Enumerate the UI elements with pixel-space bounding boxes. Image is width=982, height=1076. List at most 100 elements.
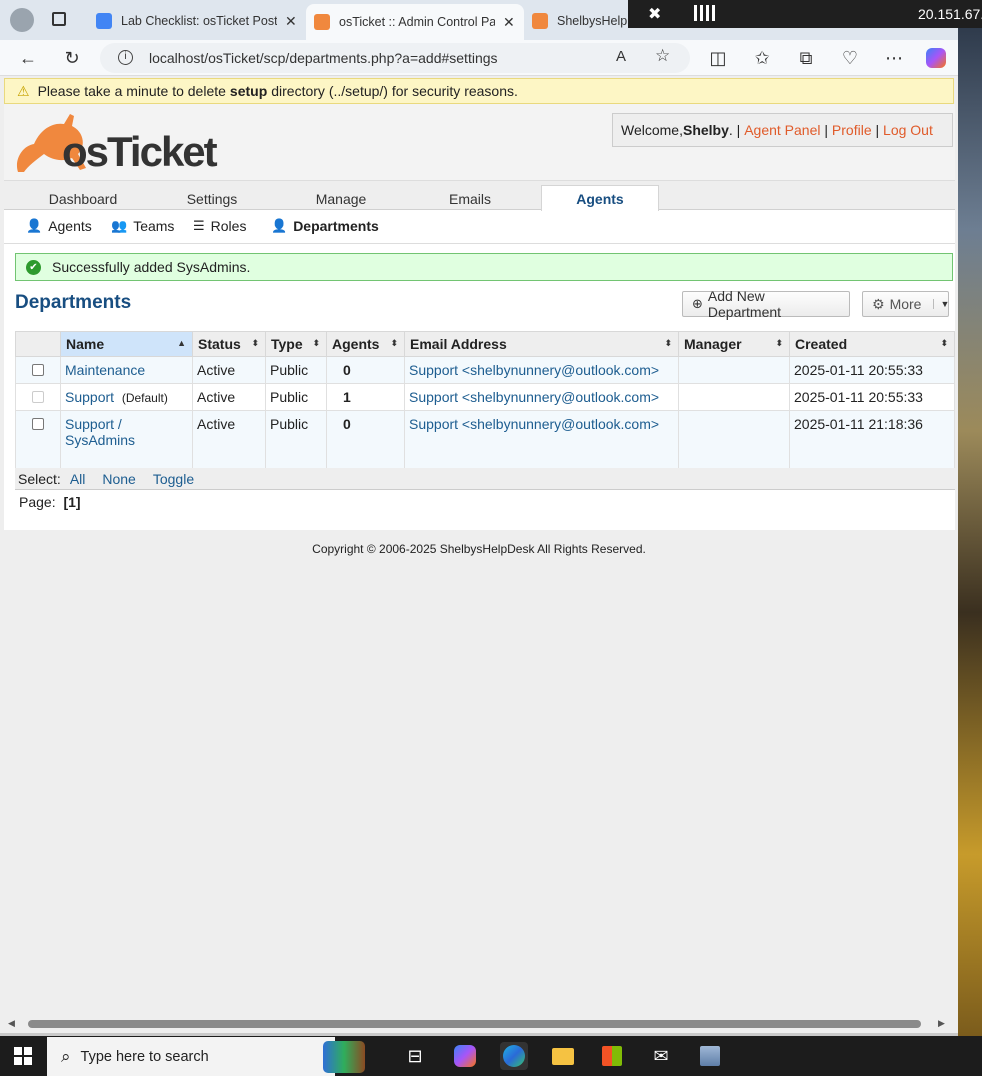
agents-count-cell: 1 [326, 383, 405, 411]
main-container: osTicket Welcome, Shelby. | Agent Panel … [4, 104, 955, 530]
tab-settings[interactable]: Settings [153, 185, 271, 212]
osticket-icon [314, 14, 330, 30]
default-badge: (Default) [121, 391, 168, 405]
remote-connection-bar: ✖ 20.151.67. [628, 0, 982, 28]
server-manager-icon[interactable] [696, 1042, 724, 1070]
osticket-logo[interactable]: osTicket [12, 110, 218, 176]
column-name[interactable]: Name ▲ [60, 331, 193, 357]
more-dropdown-button[interactable]: ⚙ More ▼ [862, 291, 949, 317]
task-view-icon[interactable]: ⊟ [401, 1042, 429, 1070]
pin-icon[interactable]: ✖ [648, 4, 661, 24]
column-manager[interactable]: Manager ⬍ [678, 331, 790, 357]
osticket-icon [532, 13, 548, 29]
news-widget-icon[interactable] [323, 1041, 365, 1073]
copilot-icon[interactable] [923, 45, 949, 71]
agent-panel-link[interactable]: Agent Panel [744, 122, 820, 138]
current-page[interactable]: [1] [63, 494, 80, 510]
tab-manage[interactable]: Manage [282, 185, 400, 212]
windows-start-icon[interactable] [9, 1042, 37, 1070]
user-name: Shelby [682, 122, 729, 138]
tab-shelbys-helpdesk[interactable]: ShelbysHelpD [524, 6, 628, 36]
table-row: Support (Default) Active Public 1 Suppor… [15, 383, 955, 411]
tab-dashboard[interactable]: Dashboard [24, 185, 142, 212]
tab-agents[interactable]: Agents [541, 185, 659, 212]
column-created[interactable]: Created ⬍ [789, 331, 955, 357]
logo-text: osTicket [62, 128, 218, 175]
profile-avatar[interactable] [10, 8, 34, 32]
column-type[interactable]: Type ⬍ [265, 331, 327, 357]
subnav-agents[interactable]: 👤 Agents [26, 218, 92, 234]
main-nav: Dashboard Settings Manage Emails Agents [4, 180, 955, 212]
favorite-star-icon[interactable]: ☆ [655, 46, 670, 66]
column-email[interactable]: Email Address ⬍ [404, 331, 679, 357]
signal-strength-icon [694, 5, 716, 21]
read-aloud-icon[interactable]: A [616, 48, 626, 65]
sort-icon: ⬍ [312, 338, 320, 348]
chevron-down-icon: ▼ [933, 299, 949, 309]
gear-icon: ⚙ [872, 295, 885, 312]
add-new-department-button[interactable]: ⊕ Add New Department [682, 288, 850, 320]
row-checkbox[interactable] [32, 418, 44, 430]
agent-icon: 👤 [26, 218, 43, 233]
logout-link[interactable]: Log Out [883, 122, 933, 138]
profile-link[interactable]: Profile [832, 122, 872, 138]
column-agents[interactable]: Agents ⬍ [326, 331, 405, 357]
site-info-icon[interactable]: i [118, 50, 133, 65]
tab-actions-icon[interactable] [52, 12, 66, 26]
mail-icon[interactable]: ✉ [647, 1042, 675, 1070]
subnav-roles[interactable]: ☰ Roles [193, 218, 246, 234]
tab-emails[interactable]: Emails [411, 185, 529, 212]
subnav-departments[interactable]: 👤 Departments [271, 218, 379, 234]
site-header: osTicket Welcome, Shelby. | Agent Panel … [4, 104, 955, 180]
department-link[interactable]: Maintenance [65, 362, 145, 378]
checkmark-icon: ✔ [26, 259, 41, 275]
agents-count-cell: 0 [326, 356, 405, 384]
select-toggle-link[interactable]: Toggle [153, 471, 194, 487]
address-bar[interactable]: i localhost/osTicket/scp/departments.php… [100, 43, 690, 73]
close-tab-icon[interactable]: ✕ [503, 14, 515, 31]
copilot-taskbar-icon[interactable] [451, 1042, 479, 1070]
browser-toolbar: ← ↻ i localhost/osTicket/scp/departments… [0, 40, 958, 76]
page-content: ⚠ Please take a minute to delete setup d… [0, 76, 958, 1020]
scroll-left-icon[interactable]: ◀ [8, 1018, 15, 1029]
department-link[interactable]: Support [65, 389, 114, 405]
edge-browser-icon[interactable] [500, 1042, 528, 1070]
split-screen-icon[interactable]: ◫ [705, 45, 731, 71]
email-link[interactable]: Support <shelbynunnery@outlook.com> [409, 416, 659, 432]
manager-cell [678, 383, 790, 411]
scroll-right-icon[interactable]: ▶ [938, 1018, 945, 1029]
plus-circle-icon: ⊕ [692, 296, 703, 311]
row-checkbox[interactable] [32, 364, 44, 376]
collections-icon[interactable]: ⧉ [793, 45, 819, 71]
more-menu-icon[interactable]: ⋯ [881, 45, 907, 71]
close-tab-icon[interactable]: ✕ [285, 13, 297, 30]
subnav-teams[interactable]: 👥 Teams [111, 218, 174, 234]
column-status[interactable]: Status ⬍ [192, 331, 266, 357]
pagination: Page: [1] [19, 494, 81, 510]
tab-lab-checklist[interactable]: Lab Checklist: osTicket Post-In ✕ [88, 6, 305, 36]
row-checkbox-disabled [32, 391, 44, 403]
select-all-link[interactable]: All [70, 471, 86, 487]
select-none-link[interactable]: None [102, 471, 135, 487]
google-docs-icon [96, 13, 112, 29]
table-row: Support / SysAdmins Active Public 0 Supp… [15, 410, 955, 469]
department-link[interactable]: Support / SysAdmins [65, 416, 145, 448]
type-cell: Public [265, 383, 327, 411]
scrollbar-thumb[interactable] [28, 1020, 921, 1028]
taskbar-search[interactable]: ⌕ Type here to search [47, 1037, 365, 1076]
back-arrow-icon[interactable]: ← [15, 45, 41, 71]
browser-essentials-icon[interactable]: ♡ [837, 45, 863, 71]
microsoft-store-icon[interactable] [598, 1042, 626, 1070]
status-cell: Active [192, 383, 266, 411]
url-text: localhost/osTicket/scp/departments.php?a… [149, 50, 498, 66]
file-explorer-icon[interactable] [549, 1042, 577, 1070]
email-link[interactable]: Support <shelbynunnery@outlook.com> [409, 362, 659, 378]
tab-osticket-admin[interactable]: osTicket :: Admin Control Pan ✕ [306, 4, 524, 40]
favorites-icon[interactable]: ✩ [749, 45, 775, 71]
horizontal-scrollbar[interactable]: ◀ ▶ [0, 1016, 958, 1033]
setup-warning-banner: ⚠ Please take a minute to delete setup d… [4, 78, 954, 104]
departments-table: Name ▲ Status ⬍ Type ⬍ Agents ⬍ Email Addres… [15, 331, 955, 469]
refresh-icon[interactable]: ↻ [59, 45, 85, 71]
email-link[interactable]: Support <shelbynunnery@outlook.com> [409, 389, 659, 405]
remote-ip: 20.151.67. [918, 6, 982, 22]
